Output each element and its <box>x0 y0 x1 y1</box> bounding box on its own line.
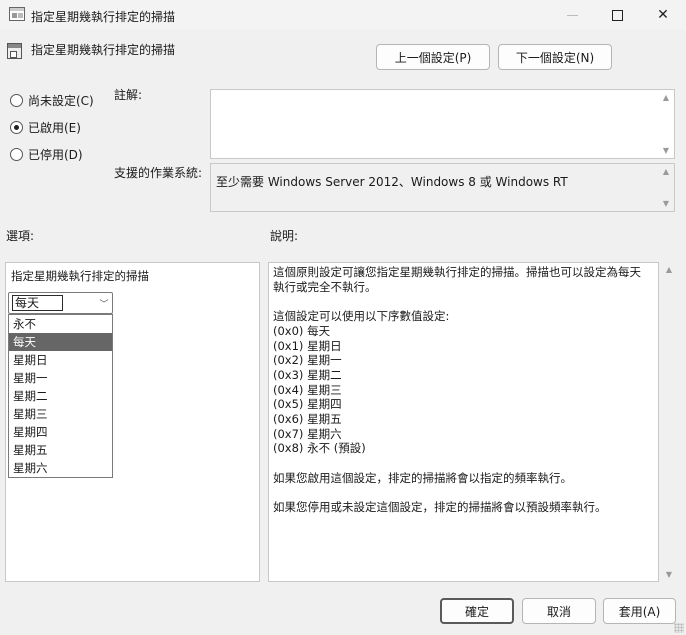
resize-grip[interactable] <box>674 623 684 633</box>
policy-app-icon <box>9 7 25 21</box>
supported-os-scrollbar[interactable]: ▲ ▼ <box>658 164 674 211</box>
previous-setting-button[interactable]: 上一個設定(P) <box>376 44 490 70</box>
dropdown-item[interactable]: 星期日 <box>9 351 112 369</box>
radio-label: 已停用(D) <box>28 148 83 162</box>
help-panel: 這個原則設定可讓您指定星期幾執行排定的掃描。掃描也可以設定為每天執行或完全不執行… <box>268 262 659 582</box>
scroll-down-icon: ▼ <box>662 146 670 155</box>
dropdown-item[interactable]: 星期一 <box>9 369 112 387</box>
help-text: 這個原則設定可讓您指定星期幾執行排定的掃描。掃描也可以設定為每天執行或完全不執行… <box>273 265 641 515</box>
dropdown-item[interactable]: 永不 <box>9 315 112 333</box>
maximize-button[interactable] <box>594 0 640 30</box>
scroll-up-icon: ▲ <box>662 93 670 102</box>
dropdown-item[interactable]: 每天 <box>9 333 112 351</box>
minimize-button[interactable] <box>549 0 595 30</box>
radio-label: 已啟用(E) <box>28 121 81 135</box>
dropdown-item[interactable]: 星期二 <box>9 387 112 405</box>
dropdown-item[interactable]: 星期五 <box>9 441 112 459</box>
options-section-label: 選項: <box>6 229 35 243</box>
radio-enabled[interactable]: 已啟用(E) <box>10 119 81 136</box>
supported-os-label: 支援的作業系統: <box>114 166 203 180</box>
radio-not-configured[interactable]: 尚未設定(C) <box>10 92 94 109</box>
radio-disabled[interactable]: 已停用(D) <box>10 146 83 163</box>
chevron-down-icon[interactable]: ﹀ <box>96 293 112 313</box>
day-combobox[interactable]: 每天 ﹀ <box>8 292 113 314</box>
cancel-label: 取消 <box>546 604 571 619</box>
day-dropdown-list: 永不 每天 星期日 星期一 星期二 星期三 星期四 星期五 星期六 <box>8 314 113 478</box>
window-title: 指定星期幾執行排定的掃描 <box>31 10 176 24</box>
title-bar: 指定星期幾執行排定的掃描 ✕ <box>0 0 686 30</box>
radio-label: 尚未設定(C) <box>28 94 94 108</box>
scroll-up-icon: ▲ <box>662 167 670 176</box>
option-field-label: 指定星期幾執行排定的掃描 <box>11 269 149 283</box>
comment-label: 註解: <box>114 88 143 102</box>
apply-label: 套用(A) <box>618 604 661 619</box>
next-setting-label: 下一個設定(N) <box>515 50 595 65</box>
previous-setting-label: 上一個設定(P) <box>394 50 472 65</box>
dropdown-item[interactable]: 星期四 <box>9 423 112 441</box>
scroll-down-icon: ▼ <box>665 570 673 579</box>
policy-setting-icon <box>7 43 22 59</box>
supported-os-box: 至少需要 Windows Server 2012、Windows 8 或 Win… <box>210 163 675 212</box>
radio-circle[interactable] <box>10 121 23 134</box>
scroll-up-icon: ▲ <box>665 265 673 274</box>
dropdown-item[interactable]: 星期六 <box>9 459 112 477</box>
close-icon: ✕ <box>657 7 669 23</box>
ok-button[interactable]: 確定 <box>440 598 514 624</box>
apply-button[interactable]: 套用(A) <box>603 598 676 624</box>
help-scrollbar[interactable]: ▲ ▼ <box>661 262 677 582</box>
setting-title: 指定星期幾執行排定的掃描 <box>31 43 176 57</box>
close-button[interactable]: ✕ <box>640 0 686 30</box>
minimize-icon <box>566 14 578 16</box>
supported-os-value: 至少需要 Windows Server 2012、Windows 8 或 Win… <box>216 175 568 189</box>
maximize-icon <box>611 9 623 21</box>
radio-circle[interactable] <box>10 94 23 107</box>
comment-scrollbar[interactable]: ▲ ▼ <box>658 90 674 158</box>
comment-textarea[interactable]: ▲ ▼ <box>210 89 675 159</box>
help-section-label: 說明: <box>270 229 299 243</box>
radio-circle[interactable] <box>10 148 23 161</box>
scroll-down-icon: ▼ <box>662 199 670 208</box>
next-setting-button[interactable]: 下一個設定(N) <box>498 44 612 70</box>
dropdown-item[interactable]: 星期三 <box>9 405 112 423</box>
ok-label: 確定 <box>464 604 489 619</box>
cancel-button[interactable]: 取消 <box>522 598 596 624</box>
combobox-value: 每天 <box>12 295 63 311</box>
